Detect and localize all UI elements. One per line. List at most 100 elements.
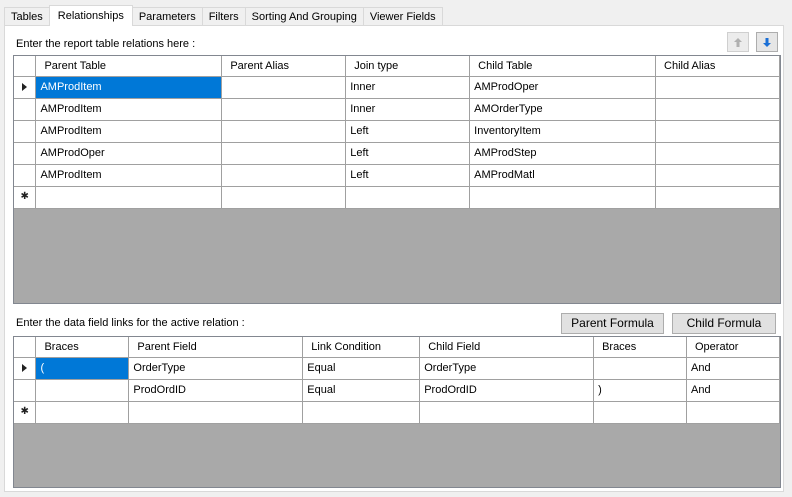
- cell-child-table[interactable]: AMProdMatl: [469, 164, 657, 187]
- tab-parameters[interactable]: Parameters: [131, 7, 203, 26]
- column-header-join-type[interactable]: Join type: [345, 56, 471, 77]
- new-row[interactable]: ✱: [14, 401, 780, 424]
- cell-child-field[interactable]: [419, 401, 595, 424]
- links-grid[interactable]: Braces Parent Field Link Condition Child…: [13, 336, 781, 488]
- cell-operator[interactable]: And: [686, 379, 780, 402]
- cell-parent-alias[interactable]: [221, 76, 347, 99]
- relationships-panel: Enter the report table relations here : …: [4, 25, 784, 492]
- cell-parent-field[interactable]: ProdOrdID: [128, 379, 304, 402]
- row-header[interactable]: [14, 164, 37, 187]
- cell-child-table[interactable]: AMOrderType: [469, 98, 657, 121]
- tab-strip: Tables Relationships Parameters Filters …: [4, 5, 443, 26]
- cell-parent-alias[interactable]: [221, 142, 347, 165]
- links-table: Braces Parent Field Link Condition Child…: [14, 337, 780, 424]
- cell-parent-table[interactable]: AMProdOper: [35, 142, 223, 165]
- new-row-indicator: ✱: [14, 401, 37, 424]
- relations-table: Parent Table Parent Alias Join type Chil…: [14, 56, 780, 209]
- asterisk-icon: ✱: [20, 406, 29, 418]
- parent-formula-button[interactable]: Parent Formula: [561, 313, 664, 334]
- table-row[interactable]: AMProdItem Left InventoryItem: [14, 120, 780, 143]
- cell-open-braces[interactable]: [35, 379, 130, 402]
- cell-parent-alias[interactable]: [221, 98, 347, 121]
- cell-parent-table[interactable]: AMProdItem: [35, 76, 223, 99]
- tab-tables[interactable]: Tables: [4, 7, 50, 26]
- cell-child-table[interactable]: [469, 186, 657, 209]
- cell-parent-table[interactable]: [35, 186, 223, 209]
- cell-close-braces[interactable]: ): [593, 379, 687, 402]
- table-row[interactable]: AMProdOper Left AMProdStep: [14, 142, 780, 165]
- table-row[interactable]: ProdOrdID Equal ProdOrdID ) And: [14, 379, 780, 402]
- row-header[interactable]: [14, 98, 37, 121]
- cell-child-table[interactable]: InventoryItem: [469, 120, 657, 143]
- column-header-link-condition[interactable]: Link Condition: [302, 337, 421, 358]
- tab-viewer-fields[interactable]: Viewer Fields: [362, 7, 443, 26]
- current-row-indicator: [14, 357, 37, 380]
- cell-link-condition[interactable]: Equal: [302, 379, 421, 402]
- column-header-parent-field[interactable]: Parent Field: [128, 337, 304, 358]
- cell-child-alias[interactable]: [655, 186, 780, 209]
- row-header[interactable]: [14, 142, 37, 165]
- column-header-parent-alias[interactable]: Parent Alias: [221, 56, 347, 77]
- cell-child-alias[interactable]: [655, 164, 780, 187]
- cell-parent-table[interactable]: AMProdItem: [35, 120, 223, 143]
- cell-child-table[interactable]: AMProdOper: [469, 76, 657, 99]
- cell-child-alias[interactable]: [655, 142, 780, 165]
- column-header-parent-table[interactable]: Parent Table: [35, 56, 223, 77]
- cell-operator[interactable]: And: [686, 357, 780, 380]
- cell-close-braces[interactable]: [593, 401, 687, 424]
- move-down-button[interactable]: [756, 32, 778, 52]
- cell-child-field[interactable]: ProdOrdID: [419, 379, 595, 402]
- cell-parent-table[interactable]: AMProdItem: [35, 98, 223, 121]
- cell-child-table[interactable]: AMProdStep: [469, 142, 657, 165]
- relations-grid[interactable]: Parent Table Parent Alias Join type Chil…: [13, 55, 781, 304]
- cell-join-type[interactable]: Inner: [345, 76, 471, 99]
- cell-parent-alias[interactable]: [221, 120, 347, 143]
- cell-close-braces[interactable]: [593, 357, 687, 380]
- column-header-child-field[interactable]: Child Field: [419, 337, 595, 358]
- cell-join-type[interactable]: Inner: [345, 98, 471, 121]
- cell-open-braces[interactable]: (: [35, 357, 130, 380]
- cell-parent-table[interactable]: AMProdItem: [35, 164, 223, 187]
- column-header-close-braces[interactable]: Braces: [593, 337, 687, 358]
- cell-join-type[interactable]: [345, 186, 471, 209]
- row-header[interactable]: [14, 379, 37, 402]
- cell-operator[interactable]: [686, 401, 780, 424]
- cell-join-type[interactable]: Left: [345, 142, 471, 165]
- column-header-operator[interactable]: Operator: [686, 337, 780, 358]
- cell-link-condition[interactable]: Equal: [302, 357, 421, 380]
- table-row[interactable]: AMProdItem Inner AMProdOper: [14, 76, 780, 99]
- tab-relationships[interactable]: Relationships: [48, 5, 133, 26]
- tab-filters[interactable]: Filters: [201, 7, 246, 26]
- cell-link-condition[interactable]: [302, 401, 421, 424]
- row-header-corner: [14, 56, 37, 77]
- cell-open-braces[interactable]: [35, 401, 130, 424]
- column-header-child-table[interactable]: Child Table: [469, 56, 657, 77]
- arrow-up-icon: [734, 37, 742, 47]
- tab-sorting-and-grouping[interactable]: Sorting And Grouping: [244, 7, 364, 26]
- child-formula-button[interactable]: Child Formula: [672, 313, 776, 334]
- column-header-child-alias[interactable]: Child Alias: [655, 56, 780, 77]
- column-header-open-braces[interactable]: Braces: [35, 337, 130, 358]
- relations-label: Enter the report table relations here :: [16, 38, 196, 50]
- move-up-button[interactable]: [727, 32, 749, 52]
- cell-child-alias[interactable]: [655, 98, 780, 121]
- table-row[interactable]: AMProdItem Inner AMOrderType: [14, 98, 780, 121]
- new-row[interactable]: ✱: [14, 186, 780, 209]
- cell-join-type[interactable]: Left: [345, 120, 471, 143]
- row-pointer-icon: [22, 83, 28, 92]
- cell-child-alias[interactable]: [655, 76, 780, 99]
- cell-parent-field[interactable]: OrderType: [128, 357, 304, 380]
- cell-join-type[interactable]: Left: [345, 164, 471, 187]
- cell-parent-field[interactable]: [128, 401, 304, 424]
- cell-parent-alias[interactable]: [221, 164, 347, 187]
- relations-header-row: Parent Table Parent Alias Join type Chil…: [14, 56, 780, 77]
- cell-child-alias[interactable]: [655, 120, 780, 143]
- arrow-down-icon: [763, 37, 771, 47]
- row-pointer-icon: [22, 364, 28, 373]
- cell-child-field[interactable]: OrderType: [419, 357, 595, 380]
- cell-parent-alias[interactable]: [221, 186, 347, 209]
- current-row-indicator: [14, 76, 37, 99]
- table-row[interactable]: AMProdItem Left AMProdMatl: [14, 164, 780, 187]
- row-header[interactable]: [14, 120, 37, 143]
- table-row[interactable]: ( OrderType Equal OrderType And: [14, 357, 780, 380]
